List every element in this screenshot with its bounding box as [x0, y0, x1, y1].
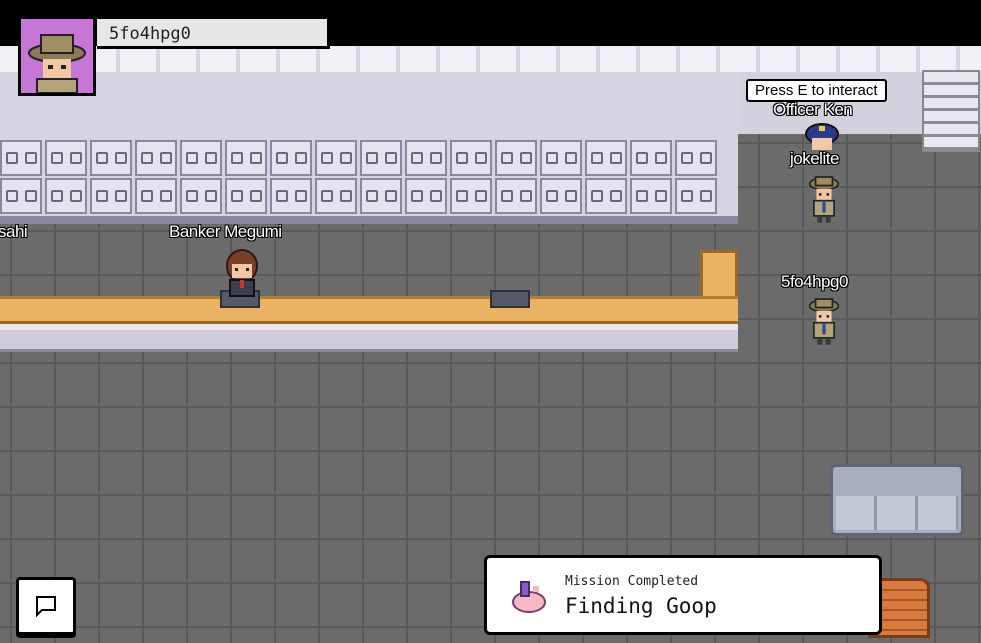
safe-deposit-box [360, 178, 402, 214]
safe-deposit-box [315, 178, 357, 214]
npc-name-officer: Officer Ken [773, 100, 853, 119]
safe-deposit-box [45, 140, 87, 176]
player-sprite[interactable] [804, 294, 844, 348]
safe-deposit-box [495, 178, 537, 214]
npc-name-partial: sahi [0, 222, 28, 241]
safe-deposit-box [495, 140, 537, 176]
mission-completed-toast: Mission Completed Finding Goop [484, 555, 882, 635]
interact-prompt: Press E to interact [746, 79, 887, 102]
safe-deposit-box [630, 178, 672, 214]
safe-deposit-box [45, 178, 87, 214]
detective-avatar-icon [28, 34, 86, 94]
safe-deposit-box [405, 178, 447, 214]
locker-row-bottom [0, 178, 738, 216]
safe-deposit-box [135, 140, 177, 176]
safe-deposit-box [585, 140, 627, 176]
sofa-cushions [836, 496, 958, 530]
jokelite-sprite[interactable] [804, 172, 844, 226]
safe-deposit-box [315, 140, 357, 176]
chat-bubble-icon [36, 596, 56, 618]
safe-deposit-box [0, 178, 42, 214]
stairs[interactable] [922, 70, 980, 152]
safe-deposit-box [360, 140, 402, 176]
banker-megumi-sprite[interactable] [222, 246, 262, 300]
safe-deposit-box [180, 140, 222, 176]
safe-deposit-box [225, 178, 267, 214]
safe-deposit-box [540, 178, 582, 214]
safe-deposit-box [450, 178, 492, 214]
safe-deposit-box [630, 140, 672, 176]
safe-deposit-box [585, 178, 627, 214]
safe-deposit-box [135, 178, 177, 214]
safe-deposit-box [675, 178, 717, 214]
locker-row-top [0, 140, 738, 178]
player-avatar[interactable] [18, 16, 96, 96]
safe-deposit-box [450, 140, 492, 176]
safe-deposit-box [270, 140, 312, 176]
safe-deposit-box [90, 178, 132, 214]
chat-button[interactable] [16, 577, 76, 635]
cash-register-icon [490, 290, 530, 308]
safe-deposit-box [405, 140, 447, 176]
safe-deposit-box [540, 140, 582, 176]
vault-base [0, 216, 738, 224]
safe-deposit-box [180, 178, 222, 214]
goop-creature-icon [512, 581, 546, 613]
safe-deposit-box [270, 178, 312, 214]
safe-deposit-box [675, 140, 717, 176]
player-name-self: 5fo4hpg0 [781, 272, 848, 291]
safe-deposit-box [0, 140, 42, 176]
bank-counter [0, 296, 738, 324]
mission-status-label: Mission Completed [565, 574, 699, 589]
counter-front [0, 324, 738, 352]
safe-deposit-box [90, 140, 132, 176]
npc-name-banker: Banker Megumi [169, 222, 282, 241]
player-name-jokelite: jokelite [790, 149, 839, 168]
mission-title: Finding Goop [565, 594, 717, 618]
wall-trim [0, 46, 981, 74]
player-name-label: 5fo4hpg0 [97, 16, 330, 49]
safe-deposit-box [225, 140, 267, 176]
